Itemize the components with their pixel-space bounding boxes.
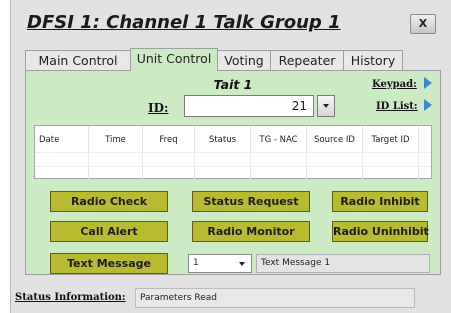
status-information-label: Status Information: — [15, 292, 126, 303]
radio-monitor-button[interactable]: Radio Monitor — [192, 221, 310, 242]
grid-row-divider — [35, 152, 431, 153]
radio-check-button[interactable]: Radio Check — [50, 191, 168, 212]
title-bar: DFSI 1: Channel 1 Talk Group 1 X — [11, 0, 451, 46]
grid-header-tg-nac[interactable]: TG - NAC — [251, 126, 307, 180]
chevron-down-icon — [239, 261, 245, 266]
id-list-link[interactable]: ID List: — [376, 101, 418, 112]
id-list-arrow-icon[interactable] — [424, 99, 432, 111]
tab-history[interactable]: History — [343, 50, 403, 70]
call-alert-button[interactable]: Call Alert — [50, 221, 168, 242]
keypad-arrow-icon[interactable] — [424, 77, 432, 89]
message-text-field[interactable]: Text Message 1 — [256, 254, 430, 273]
chevron-down-icon — [323, 104, 329, 108]
dfsi-window: DFSI 1: Channel 1 Talk Group 1 X Main Co… — [10, 0, 451, 313]
text-message-button[interactable]: Text Message — [50, 253, 168, 274]
unit-control-panel: Tait 1 Keypad: ID List: ID: 21 Date Time… — [25, 70, 441, 275]
tab-main-control[interactable]: Main Control — [25, 50, 131, 70]
id-label: ID: — [148, 101, 169, 115]
grid-header-time[interactable]: Time — [89, 126, 143, 180]
tab-voting[interactable]: Voting — [217, 50, 271, 70]
message-number-value: 1 — [193, 258, 199, 268]
tab-repeater[interactable]: Repeater — [270, 50, 344, 70]
status-request-button[interactable]: Status Request — [192, 191, 310, 212]
grid-row-divider — [35, 166, 431, 167]
grid-header-date[interactable]: Date — [35, 126, 89, 180]
radio-inhibit-button[interactable]: Radio Inhibit — [332, 191, 428, 212]
grid-header-status[interactable]: Status — [195, 126, 251, 180]
tab-unit-control[interactable]: Unit Control — [130, 48, 218, 71]
status-information-value: Parameters Read — [135, 288, 415, 308]
grid-header-source-id[interactable]: Source ID — [307, 126, 363, 180]
radio-uninhibit-button[interactable]: Radio Uninhibit — [332, 221, 429, 242]
id-input[interactable]: 21 — [184, 95, 314, 117]
close-button[interactable]: X — [410, 14, 436, 34]
grid-header-target-id[interactable]: Target ID — [363, 126, 419, 180]
keypad-link[interactable]: Keypad: — [372, 79, 417, 90]
id-dropdown-button[interactable] — [317, 95, 335, 117]
message-number-select[interactable]: 1 — [188, 254, 252, 273]
history-grid[interactable]: Date Time Freq Status TG - NAC Source ID… — [34, 125, 432, 180]
window-title: DFSI 1: Channel 1 Talk Group 1 — [27, 12, 341, 33]
grid-header-freq[interactable]: Freq — [143, 126, 195, 180]
